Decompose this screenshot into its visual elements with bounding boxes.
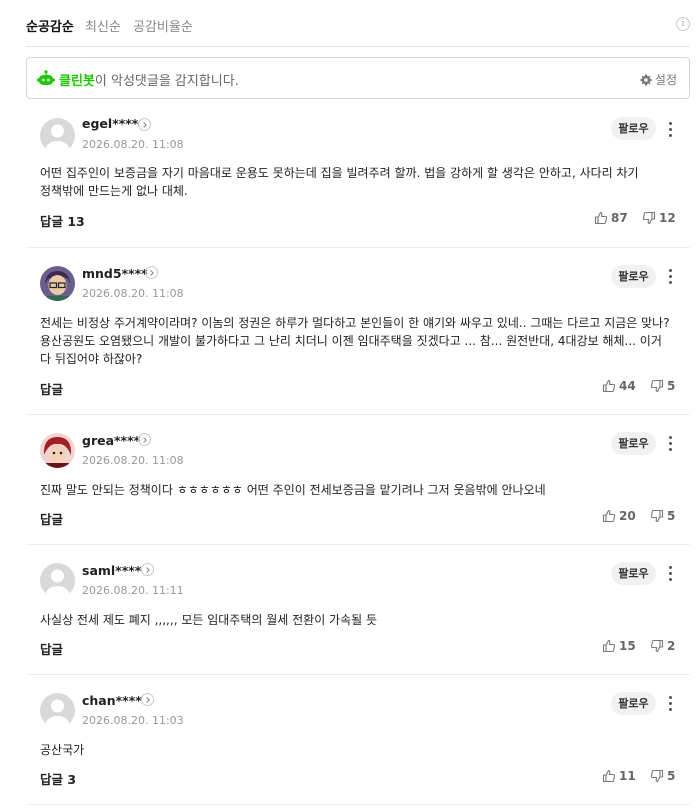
reply-button[interactable]: 답글 bbox=[40, 639, 63, 658]
thumbs-up-icon bbox=[602, 379, 616, 393]
like-button[interactable]: 87 bbox=[594, 211, 628, 225]
like-count: 44 bbox=[619, 379, 636, 393]
more-options-icon[interactable] bbox=[666, 694, 676, 712]
tab-latest[interactable]: 최신순 bbox=[85, 16, 121, 35]
thumbs-up-icon bbox=[594, 211, 608, 225]
sort-tabs: 순공감순 최신순 공감비율순 i bbox=[26, 0, 690, 47]
comment-date: 2026.08.20. 11:11 bbox=[82, 584, 184, 597]
like-count: 87 bbox=[611, 211, 628, 225]
comment-item: chan**** 2026.08.20. 11:03 팔로우 공산국가 답글 3… bbox=[26, 675, 690, 805]
comment-nickname[interactable]: grea**** bbox=[82, 433, 140, 448]
comment-item: mnd5**** 2026.08.20. 11:08 팔로우 전세는 비정상 주… bbox=[26, 248, 690, 415]
comment-item: grea**** 2026.08.20. 11:08 팔로우 진짜 말도 안되는… bbox=[26, 415, 690, 545]
more-options-icon[interactable] bbox=[666, 120, 676, 138]
comment-text: 어떤 집주인이 보증금을 자기 마음대로 운용도 못하는데 집을 빌려주려 할까… bbox=[40, 166, 639, 198]
dislike-count: 5 bbox=[667, 379, 676, 393]
profile-chevron-icon[interactable] bbox=[141, 563, 154, 576]
dislike-button[interactable]: 12 bbox=[642, 211, 676, 225]
comment-item: saml**** 2026.08.20. 11:11 팔로우 사실상 전세 제도… bbox=[26, 545, 690, 675]
reply-button[interactable]: 답글 bbox=[40, 509, 63, 528]
comment-item: egel**** 2026.08.20. 11:08 팔로우 어떤 집주인이 보… bbox=[26, 108, 690, 248]
tab-sympathy[interactable]: 순공감순 bbox=[26, 16, 74, 35]
dislike-count: 2 bbox=[667, 639, 676, 653]
comment-text: 공산국가 bbox=[40, 743, 85, 757]
reply-button[interactable]: 답글 bbox=[40, 379, 63, 398]
cleanbot-name: 클린봇 bbox=[59, 74, 95, 89]
cleanbot-settings-button[interactable]: 설정 bbox=[640, 71, 677, 88]
profile-chevron-icon[interactable] bbox=[145, 266, 158, 279]
comment-text: 사실상 전세 제도 폐지 ,,,,,, 모든 임대주택의 월세 전환이 가속될 … bbox=[40, 613, 378, 627]
cleanbot-bar: 클린봇이 악성댓글을 감지합니다. 설정 bbox=[26, 57, 690, 99]
thumbs-down-icon bbox=[642, 211, 656, 225]
thumbs-down-icon bbox=[650, 509, 664, 523]
dislike-button[interactable]: 2 bbox=[650, 639, 675, 653]
avatar[interactable] bbox=[40, 118, 75, 153]
comment-date: 2026.08.20. 11:08 bbox=[82, 138, 184, 151]
comment-date: 2026.08.20. 11:03 bbox=[82, 714, 184, 727]
thumbs-down-icon bbox=[650, 379, 664, 393]
like-count: 11 bbox=[619, 769, 636, 783]
comment-text: 진짜 말도 안되는 정책이다 ㅎㅎㅎㅎㅎㅎ 어떤 주인이 전세보증금을 맡기려나… bbox=[40, 483, 546, 497]
dislike-button[interactable]: 5 bbox=[650, 509, 675, 523]
comment-nickname[interactable]: egel**** bbox=[82, 116, 138, 131]
thumbs-up-icon bbox=[602, 509, 616, 523]
cleanbot-robot-icon bbox=[37, 70, 55, 85]
cleanbot-message: 클린봇이 악성댓글을 감지합니다. bbox=[59, 70, 239, 89]
dislike-count: 5 bbox=[667, 509, 676, 523]
thumbs-up-icon bbox=[602, 639, 616, 653]
more-options-icon[interactable] bbox=[666, 434, 676, 452]
like-count: 15 bbox=[619, 639, 636, 653]
avatar[interactable] bbox=[40, 693, 75, 728]
follow-button[interactable]: 팔로우 bbox=[611, 692, 656, 715]
dislike-button[interactable]: 5 bbox=[650, 769, 675, 783]
comment-text: 전세는 비정상 주거계약이라며? 이놈의 정권은 하루가 멀다하고 본인들이 한… bbox=[40, 316, 670, 366]
like-button[interactable]: 44 bbox=[602, 379, 636, 393]
dislike-count: 5 bbox=[667, 769, 676, 783]
comment-nickname[interactable]: mnd5**** bbox=[82, 266, 148, 281]
cleanbot-description: 이 악성댓글을 감지합니다. bbox=[94, 74, 239, 89]
comment-nickname[interactable]: chan**** bbox=[82, 693, 142, 708]
thumbs-up-icon bbox=[602, 769, 616, 783]
follow-button[interactable]: 팔로우 bbox=[611, 265, 656, 288]
like-button[interactable]: 20 bbox=[602, 509, 636, 523]
avatar[interactable] bbox=[40, 433, 75, 468]
avatar[interactable] bbox=[40, 266, 75, 301]
avatar[interactable] bbox=[40, 563, 75, 598]
like-button[interactable]: 15 bbox=[602, 639, 636, 653]
info-icon[interactable]: i bbox=[676, 17, 690, 31]
profile-chevron-icon[interactable] bbox=[141, 693, 154, 706]
more-options-icon[interactable] bbox=[666, 267, 676, 285]
comment-date: 2026.08.20. 11:08 bbox=[82, 287, 184, 300]
follow-button[interactable]: 팔로우 bbox=[611, 432, 656, 455]
dislike-button[interactable]: 5 bbox=[650, 379, 675, 393]
follow-button[interactable]: 팔로우 bbox=[611, 117, 656, 140]
like-count: 20 bbox=[619, 509, 636, 523]
reply-button[interactable]: 답글 13 bbox=[40, 211, 85, 230]
profile-chevron-icon[interactable] bbox=[138, 433, 151, 446]
comment-nickname[interactable]: saml**** bbox=[82, 563, 141, 578]
reply-button[interactable]: 답글 3 bbox=[40, 769, 76, 788]
settings-label: 설정 bbox=[654, 73, 677, 87]
like-button[interactable]: 11 bbox=[602, 769, 636, 783]
thumbs-down-icon bbox=[650, 639, 664, 653]
tab-sympathy-ratio[interactable]: 공감비율순 bbox=[133, 16, 193, 35]
gear-icon bbox=[640, 74, 652, 85]
profile-chevron-icon[interactable] bbox=[138, 118, 151, 131]
dislike-count: 12 bbox=[659, 211, 676, 225]
follow-button[interactable]: 팔로우 bbox=[611, 562, 656, 585]
more-options-icon[interactable] bbox=[666, 564, 676, 582]
thumbs-down-icon bbox=[650, 769, 664, 783]
comment-date: 2026.08.20. 11:08 bbox=[82, 454, 184, 467]
